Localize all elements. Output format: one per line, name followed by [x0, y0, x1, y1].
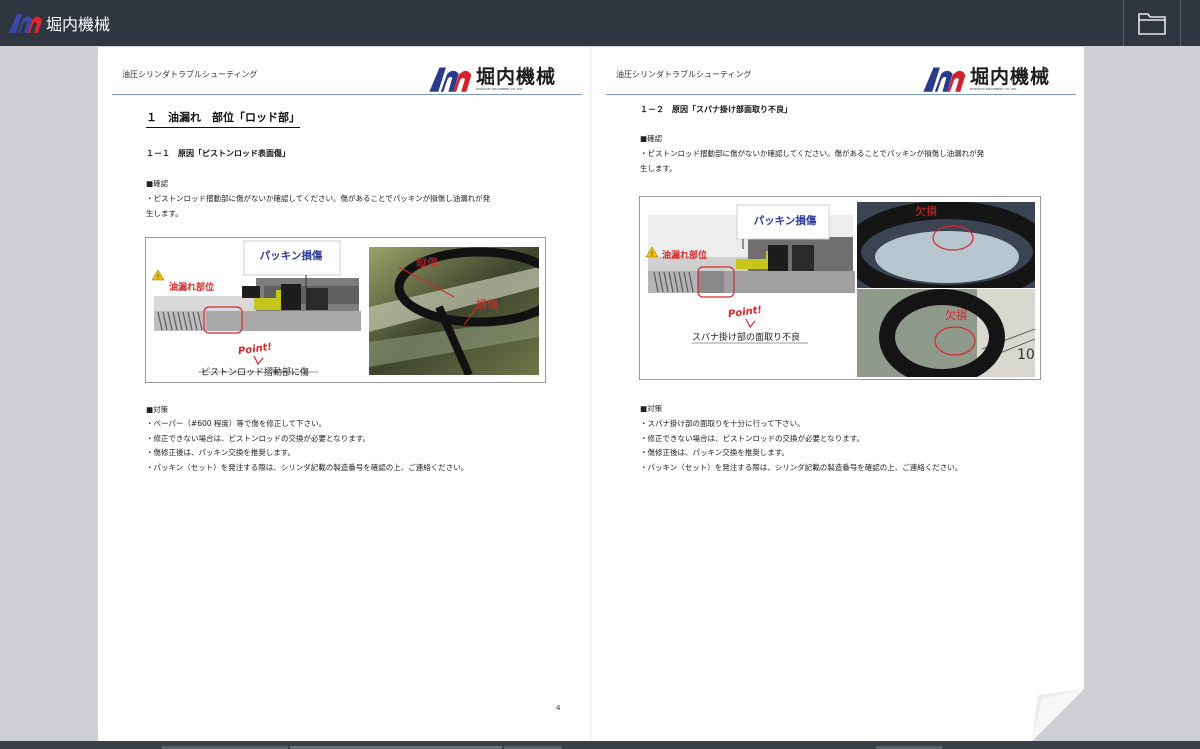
svg-text:!: !: [651, 250, 654, 258]
left-page: 油圧シリンダトラブルシューティング 堀内機械 HORIUCHI MACHINER…: [98, 47, 591, 741]
photo-label: 縦傷: [416, 256, 438, 269]
measure-item: ・修正できない場合は、ピストンロッドの交換が必要となります。: [146, 434, 371, 443]
section-title: １ 油漏れ 部位「ロッド部」: [146, 109, 300, 128]
check-heading: ■確認: [146, 179, 169, 188]
folder-icon: [1138, 13, 1166, 35]
page-curl-corner[interactable]: [1032, 689, 1084, 741]
header-rule: [112, 94, 582, 95]
bottom-page-strip: [0, 741, 1200, 749]
ring-photo-bottom: 100: [857, 289, 1035, 377]
check-text: 生します。: [640, 164, 677, 173]
svg-text:!: !: [157, 273, 160, 281]
hm-logo-icon: [9, 14, 42, 33]
leak-label: 油漏れ部位: [169, 283, 215, 293]
header-title: 油圧シリンダトラブルシューティング: [122, 70, 258, 79]
brand-logo[interactable]: 堀内機械: [8, 11, 110, 35]
photo-label: 欠損: [915, 205, 937, 218]
photo-label: 欠損: [945, 309, 967, 322]
check-text: ・ピストンロッド摺動部に傷がないか確認してください。傷があることでパッキンが損傷…: [146, 194, 491, 203]
company-name: 堀内機械: [476, 65, 557, 88]
company-name: 堀内機械: [970, 65, 1051, 88]
measure-item: ・傷修正後は、パッキン交換を推奨します。: [146, 448, 296, 457]
hm-logo-icon: [429, 67, 472, 92]
figure-caption: ピストンロッド摺動部に傷: [201, 368, 310, 378]
figure-chamfer-defect: ! パッキン損傷 油漏れ部位 Point! スパナ掛け部の面取り不良 欠損 10…: [639, 196, 1041, 380]
callout-label: パッキン損傷: [753, 215, 817, 227]
hm-logo-icon: [923, 67, 966, 92]
photo-label: 横傷: [476, 298, 498, 311]
header-title: 油圧シリンダトラブルシューティング: [616, 70, 752, 79]
check-heading: ■確認: [640, 134, 663, 143]
right-page: 油圧シリンダトラブルシューティング 堀内機械 HORIUCHI MACHINER…: [592, 47, 1084, 741]
top-bar: 堀内機械: [0, 0, 1200, 46]
folder-button[interactable]: [1124, 0, 1180, 46]
company-logo: 堀内機械 HORIUCHI MACHINERY CO.,LTD.: [428, 65, 556, 93]
leak-label: 油漏れ部位: [662, 251, 708, 261]
ring-photo: [369, 247, 539, 375]
brand-name: 堀内機械: [46, 15, 111, 34]
figure-caption: スパナ掛け部の面取り不良: [692, 333, 801, 343]
ring-photo-top: [857, 202, 1035, 288]
measures-heading: ■対策: [146, 405, 169, 414]
measure-item: ・パッキン（セット）を発注する際は、シリンダ記載の製造番号を確認の上、ご連絡くだ…: [146, 463, 469, 472]
svg-text:100: 100: [1017, 347, 1035, 363]
sub-title: １－２ 原因「スパナ掛け部面取り不良」: [640, 105, 792, 114]
measures-heading: ■対策: [640, 404, 663, 413]
page-number: 4: [556, 704, 561, 712]
company-logo: 堀内機械 HORIUCHI MACHINERY CO.,LTD.: [922, 65, 1050, 93]
figure-rod-damage: ! パッキン損傷 油漏れ部位 Point! ピストンロッド摺動部に傷 縦傷 横傷: [145, 237, 546, 383]
divider: [1180, 0, 1181, 46]
measure-item: ・傷修正後は、パッキン交換を推奨します。: [640, 448, 790, 457]
check-text: 生します。: [146, 209, 183, 218]
header-rule: [606, 94, 1076, 95]
measure-item: ・修正できない場合は、ピストンロッドの交換が必要となります。: [640, 434, 865, 443]
check-text: ・ピストンロッド摺動部に傷がないか確認してください。傷があることでパッキンが損傷…: [640, 149, 985, 158]
callout-label: パッキン損傷: [259, 250, 323, 262]
measure-item: ・パッキン（セット）を発注する際は、シリンダ記載の製造番号を確認の上、ご連絡くだ…: [640, 463, 963, 472]
sub-title: １－１ 原因「ピストンロッド表面傷」: [146, 149, 290, 158]
measure-item: ・スパナ掛け部の面取りを十分に行って下さい。: [640, 419, 805, 428]
measure-item: ・ペーパー（#600 程度）等で傷を修正して下さい。: [146, 419, 327, 428]
